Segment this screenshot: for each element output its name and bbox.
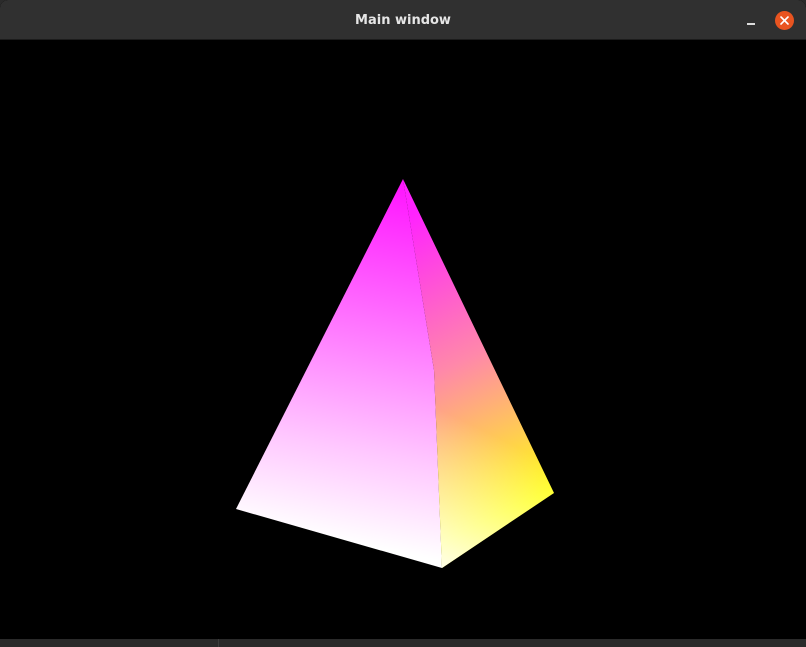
window-title: Main window xyxy=(355,13,451,28)
bottom-edge xyxy=(0,639,806,647)
bottom-divider xyxy=(218,639,219,647)
minimize-button[interactable] xyxy=(739,10,763,32)
render-canvas[interactable] xyxy=(4,40,802,639)
close-icon xyxy=(780,16,789,25)
minimize-icon xyxy=(747,23,755,25)
pyramid-render xyxy=(236,179,554,568)
close-button[interactable] xyxy=(775,11,794,30)
app-window: Main window xyxy=(0,0,806,647)
title-bar[interactable]: Main window xyxy=(0,0,806,40)
pyramid-left-face xyxy=(236,179,442,568)
